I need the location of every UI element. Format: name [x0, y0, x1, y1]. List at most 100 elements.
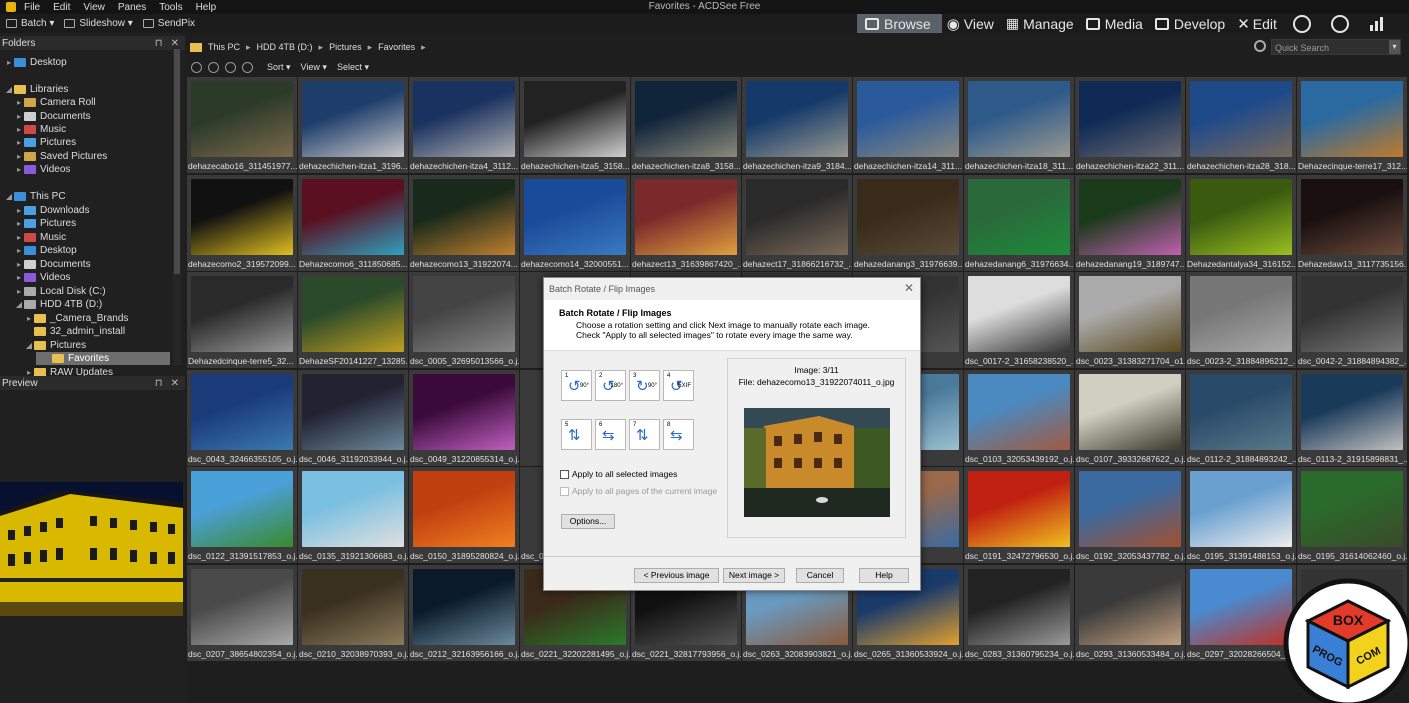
rotate-option-5[interactable]: 5 ⇅ — [561, 419, 592, 450]
expand-arrow-icon[interactable]: ▸ — [14, 165, 24, 174]
folder-tree-item[interactable]: ▸ Downloads — [0, 204, 90, 217]
thumbnail-item[interactable]: dsc_0113-2_31915898831_... — [1297, 369, 1407, 466]
search-dropdown-icon[interactable]: ▾ — [1389, 40, 1400, 54]
sort-dropdown[interactable]: Sort ▾ — [267, 62, 291, 73]
folder-tree-item[interactable]: ▸ Pictures — [0, 217, 76, 230]
view-dropdown[interactable]: View ▾ — [301, 62, 327, 73]
slideshow-button[interactable]: Slideshow ▾ — [64, 18, 133, 29]
folder-tree-item[interactable]: ▸ Saved Pictures — [0, 150, 107, 163]
thumbnail-item[interactable]: DehazeSF20141227_13285... — [298, 272, 408, 369]
expand-arrow-icon[interactable]: ▸ — [14, 206, 24, 215]
folder-tree-item[interactable]: ◢ HDD 4TB (D:) — [0, 298, 102, 311]
thumbnail-item[interactable]: dsc_0046_31192033944_o.j... — [298, 369, 408, 466]
thumbnail-item[interactable]: dehazecomo13_31922074... — [409, 174, 519, 271]
folder-tree-item[interactable]: ▸ Music — [0, 123, 66, 136]
rotate-option-7[interactable]: 7 ⇅ — [629, 419, 660, 450]
thumbnail-item[interactable]: dehazecomo14_32000551... — [520, 174, 630, 271]
folder-tree-item[interactable]: 32_admin_install — [0, 325, 125, 338]
folder-tree-item[interactable]: ▸ Videos — [0, 271, 70, 284]
thumbnail-item[interactable]: dsc_0195_31614062460_o.j... — [1297, 467, 1407, 564]
expand-arrow-icon[interactable]: ▸ — [14, 138, 24, 147]
rotate-option-8[interactable]: 8 ⇆ — [663, 419, 694, 450]
expand-arrow-icon[interactable]: ▸ — [14, 219, 24, 228]
help-button[interactable]: Help — [859, 568, 909, 583]
mode-view[interactable]: ◉ View — [942, 14, 1001, 33]
folder-tree-item[interactable]: ▸ _Camera_Brands — [0, 312, 128, 325]
folder-tree-item[interactable]: ▸ Music — [0, 231, 66, 244]
mode-edit[interactable]: ✕ Edit — [1232, 14, 1284, 33]
expand-arrow-icon[interactable]: ▸ — [14, 246, 24, 255]
sendpix-button[interactable]: SendPix — [142, 18, 195, 29]
folder-tree-item[interactable]: Favorites — [36, 352, 170, 365]
folder-tree-item[interactable]: ▸ Desktop — [0, 244, 77, 257]
menu-file[interactable]: File — [24, 2, 40, 13]
select-dropdown[interactable]: Select ▾ — [337, 62, 369, 73]
breadcrumb-hdd[interactable]: HDD 4TB (D:) — [257, 42, 313, 52]
dashboard-button[interactable] — [1360, 14, 1395, 33]
thumbnail-item[interactable]: dsc_0297_32028266504_o.j... — [1186, 565, 1296, 661]
breadcrumb-this-pc[interactable]: This PC — [208, 42, 240, 52]
expand-arrow-icon[interactable]: ◢ — [4, 192, 14, 201]
folder-tree-scrollbar[interactable] — [173, 47, 181, 365]
expand-arrow-icon[interactable]: ▸ — [4, 58, 14, 67]
menu-edit[interactable]: Edit — [53, 2, 70, 13]
thumbnail-item[interactable]: dsc_0210_32038970393_o.j... — [298, 565, 408, 661]
batch-button[interactable]: Batch ▾ — [6, 18, 54, 29]
options-button[interactable]: Options... — [561, 514, 615, 529]
rotate-option-1[interactable]: 1 ↺ 90° — [561, 370, 592, 401]
thumbnail-item[interactable]: dsc_0042-2_31884894382_... — [1297, 272, 1407, 369]
expand-arrow-icon[interactable]: ▸ — [14, 273, 24, 282]
menu-help[interactable]: Help — [196, 2, 217, 13]
thumbnail-item[interactable]: dehazechichen-itza18_311... — [964, 77, 1074, 173]
folder-tree-item[interactable]: ▸ Documents — [0, 258, 91, 271]
breadcrumb-favorites[interactable]: Favorites — [378, 42, 415, 52]
folder-tree-item[interactable]: ◢ This PC — [0, 190, 66, 203]
folder-tree-item[interactable]: ◢ Pictures — [0, 339, 86, 352]
up-icon[interactable] — [242, 61, 253, 73]
thumbnail-item[interactable]: dehazechichen-itza14_311... — [853, 77, 963, 173]
thumbnail-item[interactable]: Dehazedantalya34_316152... — [1186, 174, 1296, 271]
thumbnail-item[interactable]: dsc_0135_31921306683_o.j... — [298, 467, 408, 564]
360-button[interactable] — [1322, 14, 1360, 33]
thumbnail-item[interactable]: dsc_0023_31383271704_o1... — [1075, 272, 1185, 369]
thumbnail-item[interactable]: dehazechichen-itza8_3158... — [631, 77, 741, 173]
thumbnail-item[interactable]: dsc_0122_31391517853_o.j... — [187, 467, 297, 564]
thumbnail-item[interactable]: dsc_0112-2_31884893242_... — [1186, 369, 1296, 466]
folder-tree-item[interactable]: ▸ Videos — [0, 163, 70, 176]
thumbnail-item[interactable]: dsc_0192_32053437782_o.j... — [1075, 467, 1185, 564]
rotate-option-2[interactable]: 2 ↺ 180° — [595, 370, 626, 401]
thumbnail-item[interactable]: dehazechichen-itza1_3196... — [298, 77, 408, 173]
thumbnail-item[interactable]: dehazecabo16_311451977... — [187, 77, 297, 173]
thumbnail-item[interactable]: dsc_0023-2_31884896212_... — [1186, 272, 1296, 369]
expand-arrow-icon[interactable]: ▸ — [14, 287, 24, 296]
thumbnail-item[interactable]: Dehazedcinque-terre5_32... — [187, 272, 297, 369]
cancel-button[interactable]: Cancel — [796, 568, 844, 583]
mode-browse[interactable]: Browse — [857, 14, 942, 33]
thumbnail-item[interactable]: dehazecomo2_319572099... — [187, 174, 297, 271]
thumbnail-item[interactable]: dsc_0103_32053439192_o.j... — [964, 369, 1074, 466]
thumbnail-item[interactable]: Dehazecinque-terre17_312... — [1297, 77, 1407, 173]
thumbnail-item[interactable]: Dehazedaw13_3117735156... — [1297, 174, 1407, 271]
thumbnail-item[interactable]: dsc_0293_31360533484_o.j... — [1075, 565, 1185, 661]
next-image-button[interactable]: Next image > — [723, 568, 785, 583]
thumbnail-item[interactable]: dehazechichen-itza5_3158... — [520, 77, 630, 173]
expand-arrow-icon[interactable]: ▸ — [14, 98, 24, 107]
expand-arrow-icon[interactable]: ◢ — [24, 341, 34, 350]
menu-panes[interactable]: Panes — [118, 2, 146, 13]
thumbnail-item[interactable]: dehazedanang19_3189747... — [1075, 174, 1185, 271]
scroll-thumb[interactable] — [174, 49, 180, 274]
back-icon[interactable] — [208, 61, 219, 73]
thumbnail-item[interactable]: dehazect13_31639867420_... — [631, 174, 741, 271]
close-pane-icon[interactable]: ✕ — [171, 378, 179, 389]
thumbnail-item[interactable]: dsc_0107_39332687622_o.j... — [1075, 369, 1185, 466]
forward-icon[interactable] — [225, 61, 236, 73]
previous-image-button[interactable]: < Previous image — [634, 568, 719, 583]
apply-all-checkbox[interactable]: Apply to all selected images — [560, 469, 677, 479]
folder-tree-item[interactable]: ▸ Camera Roll — [0, 96, 96, 109]
expand-arrow-icon[interactable]: ▸ — [14, 233, 24, 242]
breadcrumb-pictures[interactable]: Pictures — [329, 42, 362, 52]
thumbnail-item[interactable]: dsc_0049_31220855314_o.j... — [409, 369, 519, 466]
rotate-option-3[interactable]: 3 ↻ 90° — [629, 370, 660, 401]
folder-tree-item[interactable]: ◢ Libraries — [0, 83, 68, 96]
folder-tree-item[interactable]: ▸ Pictures — [0, 136, 76, 149]
